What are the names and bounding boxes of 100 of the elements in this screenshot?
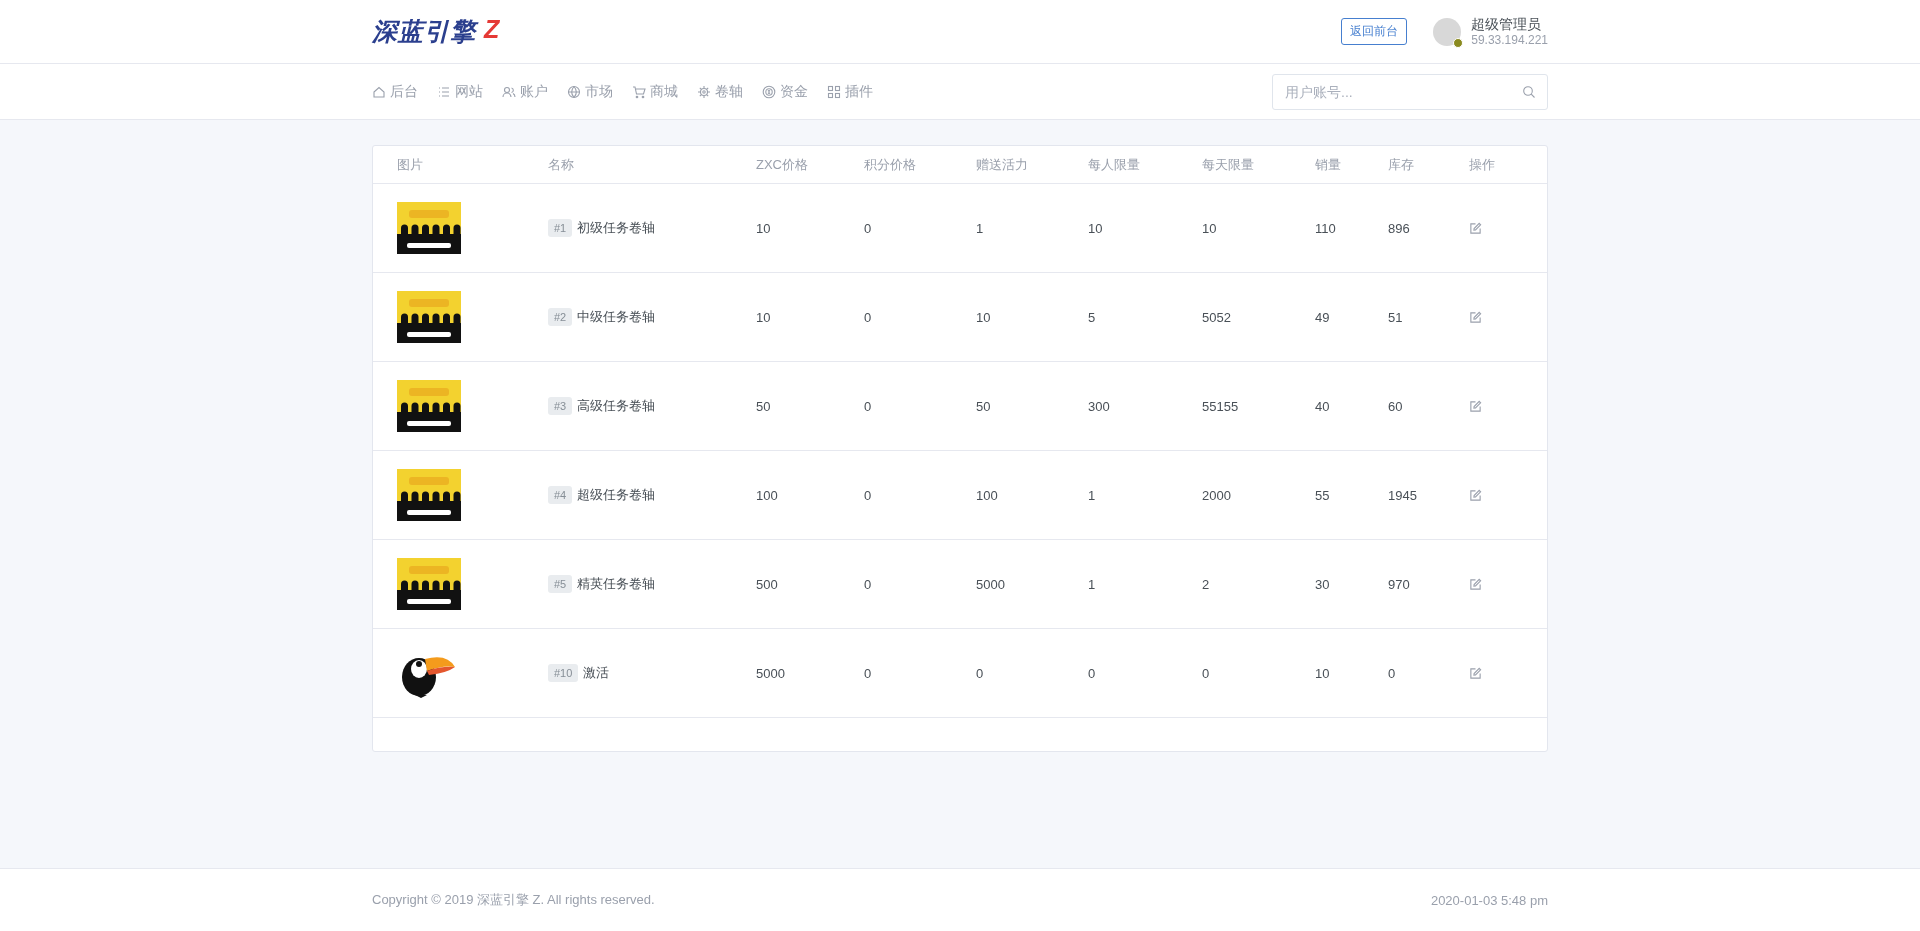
table-cell-text: 0 bbox=[864, 220, 873, 236]
table-cell-text: 40 bbox=[1315, 398, 1331, 414]
table-cell-text: 1945 bbox=[1388, 487, 1418, 503]
user-search-field[interactable]: 用户账号... bbox=[1272, 73, 1548, 110]
back-to-frontend-button[interactable]: 返回前台 bbox=[1341, 18, 1408, 45]
id-badge: #10 bbox=[548, 664, 579, 682]
gear-icon bbox=[697, 84, 711, 99]
table-cell-text: 0 bbox=[976, 665, 985, 681]
table-cell-text: 1 bbox=[1088, 576, 1097, 592]
table-cell-text: 60 bbox=[1388, 398, 1404, 414]
product-name: 超级任务卷轴 bbox=[577, 486, 656, 504]
site-logo[interactable]: 深蓝引擎 Z bbox=[372, 15, 501, 48]
table-cell-text: 0 bbox=[864, 665, 873, 681]
table-cell-text: 49 bbox=[1315, 309, 1331, 325]
column-header: 每天限量 bbox=[1202, 155, 1255, 174]
table-cell-text: 110 bbox=[1315, 220, 1337, 236]
list-icon bbox=[437, 84, 451, 99]
product-name: 初级任务卷轴 bbox=[577, 219, 656, 237]
users-icon bbox=[502, 84, 516, 99]
table-cell-text: 1 bbox=[976, 220, 985, 236]
table-cell-text: 0 bbox=[864, 398, 873, 414]
product-name: 精英任务卷轴 bbox=[577, 575, 656, 593]
footer-datetime: 2020-01-03 5:48 pm bbox=[1430, 892, 1548, 908]
card-image-drawing bbox=[397, 380, 461, 432]
table-cell-text: 10 bbox=[1202, 220, 1218, 236]
nav-link[interactable]: 市场 bbox=[567, 82, 613, 101]
product-name: 高级任务卷轴 bbox=[577, 397, 656, 415]
edit-icon[interactable] bbox=[1469, 399, 1482, 413]
edit-icon[interactable] bbox=[1469, 577, 1482, 591]
table-cell-text: 0 bbox=[1088, 665, 1097, 681]
id-badge: #1 bbox=[548, 219, 573, 237]
column-header: 名称 bbox=[548, 155, 575, 174]
table-cell-text: 0 bbox=[864, 576, 873, 592]
column-header: ZXC价格 bbox=[756, 155, 809, 174]
id-badge: #5 bbox=[548, 575, 573, 593]
copyright-text: Copyright © 2019 深蓝引擎 Z. All rights reserved. bbox=[372, 891, 655, 909]
card-image-drawing bbox=[397, 469, 461, 521]
nav-link[interactable]: 卷轴 bbox=[697, 82, 743, 101]
table-cell-text: 300 bbox=[1088, 398, 1111, 414]
search-icon[interactable] bbox=[1522, 84, 1536, 99]
table-cell-text: 500 bbox=[756, 576, 779, 592]
table-cell-text: 10 bbox=[1088, 220, 1104, 236]
table-cell-text: 50 bbox=[976, 398, 992, 414]
avatar-icon[interactable] bbox=[1433, 17, 1462, 46]
table-cell-text: 10 bbox=[976, 309, 992, 325]
edit-icon[interactable] bbox=[1469, 488, 1482, 502]
column-header: 图片 bbox=[397, 155, 424, 174]
product-name: 激活 bbox=[583, 664, 610, 682]
nav-link[interactable]: 账户 bbox=[502, 82, 548, 101]
table-cell-text: 0 bbox=[864, 309, 873, 325]
table-cell-text: 2 bbox=[1202, 576, 1211, 592]
card-image-drawing bbox=[397, 202, 461, 254]
table-cell-text: 100 bbox=[756, 487, 779, 503]
product-name: 中级任务卷轴 bbox=[577, 308, 656, 326]
edit-icon[interactable] bbox=[1469, 310, 1482, 324]
table-cell-text: 55 bbox=[1315, 487, 1331, 503]
grid-icon bbox=[827, 84, 841, 99]
card-image-drawing bbox=[397, 558, 461, 610]
table-cell-text: 0 bbox=[1202, 665, 1211, 681]
table-cell-text: 51 bbox=[1388, 309, 1404, 325]
table-cell-text: 55155 bbox=[1202, 398, 1240, 414]
user-ip: 59.33.194.221 bbox=[1471, 32, 1548, 49]
nav-link[interactable]: 网站 bbox=[437, 82, 483, 101]
id-badge: #3 bbox=[548, 397, 573, 415]
nav-link[interactable]: 资金 bbox=[762, 82, 808, 101]
edit-icon[interactable] bbox=[1469, 221, 1482, 235]
table-cell-text: 10 bbox=[1315, 665, 1331, 681]
table-cell-text: 5000 bbox=[976, 576, 1006, 592]
column-header: 积分价格 bbox=[864, 155, 917, 174]
table-cell-text: 10 bbox=[756, 220, 772, 236]
card-image-drawing bbox=[397, 291, 461, 343]
table-cell-text: 30 bbox=[1315, 576, 1331, 592]
table-cell-text: 5 bbox=[1088, 309, 1097, 325]
table-cell-text: 10 bbox=[756, 309, 772, 325]
coin-icon bbox=[762, 84, 776, 99]
table-cell-text: 50 bbox=[756, 398, 772, 414]
id-badge: #2 bbox=[548, 308, 573, 326]
globe-icon bbox=[567, 84, 581, 99]
home-icon bbox=[372, 84, 386, 99]
table-cell-text: 896 bbox=[1388, 220, 1411, 236]
table-cell-text: 100 bbox=[976, 487, 999, 503]
column-header: 每人限量 bbox=[1088, 155, 1141, 174]
table-cell-text: 2000 bbox=[1202, 487, 1232, 503]
table-cell-text: 5000 bbox=[756, 665, 786, 681]
table-cell-text: 0 bbox=[864, 487, 873, 503]
nav-link[interactable]: 商城 bbox=[632, 82, 678, 101]
table-cell-text: 1 bbox=[1088, 487, 1097, 503]
id-badge: #4 bbox=[548, 486, 573, 504]
user-name: 超级管理员 bbox=[1471, 14, 1543, 33]
nav-link[interactable]: 插件 bbox=[827, 82, 873, 101]
cart-icon bbox=[632, 84, 646, 99]
column-header: 赠送活力 bbox=[976, 155, 1029, 174]
column-header: 库存 bbox=[1388, 155, 1415, 174]
column-header: 销量 bbox=[1315, 155, 1342, 174]
table-cell-text: 970 bbox=[1388, 576, 1411, 592]
nav-link[interactable]: 后台 bbox=[372, 82, 418, 101]
column-header: 操作 bbox=[1469, 155, 1496, 174]
table-cell-text: 0 bbox=[1388, 665, 1397, 681]
table-cell-text: 5052 bbox=[1202, 309, 1232, 325]
edit-icon[interactable] bbox=[1469, 666, 1482, 680]
